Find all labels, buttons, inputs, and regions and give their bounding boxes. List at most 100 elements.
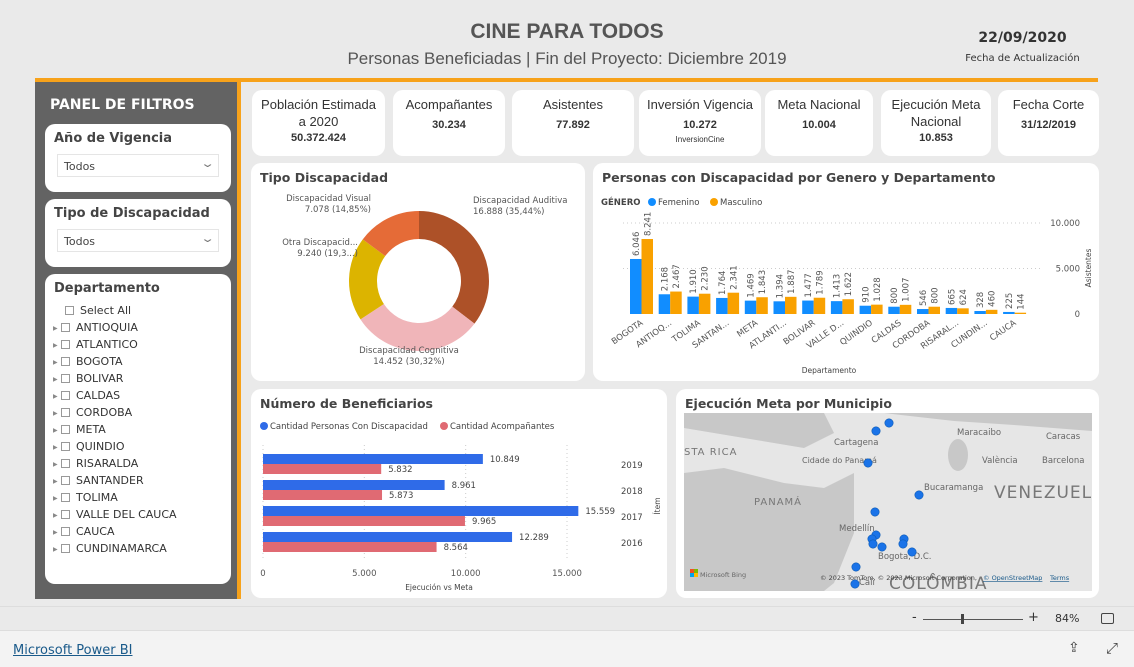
- column-bar[interactable]: [658, 294, 671, 314]
- expand-icon[interactable]: ▶: [53, 512, 59, 519]
- checkbox[interactable]: [61, 544, 70, 553]
- department-option[interactable]: ▶ CAUCA: [53, 525, 114, 538]
- checkbox[interactable]: [61, 459, 70, 468]
- expand-icon[interactable]: ▶: [53, 325, 59, 332]
- column-bar[interactable]: [802, 300, 814, 314]
- column-bar[interactable]: [785, 296, 797, 314]
- legend-label[interactable]: Femenino: [658, 198, 700, 208]
- expand-icon[interactable]: ▶: [53, 461, 59, 468]
- horizontal-bar[interactable]: [263, 516, 465, 526]
- horizontal-bar[interactable]: [263, 542, 437, 552]
- column-bar[interactable]: [630, 258, 642, 314]
- expand-icon[interactable]: ▶: [53, 495, 59, 502]
- column-bar[interactable]: [670, 291, 682, 314]
- checkbox[interactable]: [61, 527, 70, 536]
- legend-label[interactable]: Cantidad Acompañantes: [450, 422, 555, 432]
- column-bar[interactable]: [744, 300, 757, 314]
- column-bar[interactable]: [813, 297, 826, 314]
- column-bar[interactable]: [871, 304, 883, 314]
- checkbox[interactable]: [65, 306, 74, 315]
- expand-icon[interactable]: ▶: [53, 410, 59, 417]
- legend-label[interactable]: Masculino: [720, 198, 762, 208]
- expand-icon[interactable]: ▶: [53, 359, 59, 366]
- checkbox[interactable]: [61, 323, 70, 332]
- column-bar[interactable]: [888, 306, 900, 314]
- type-dropdown[interactable]: Todos ⌄: [57, 229, 219, 252]
- map-data-point[interactable]: [877, 542, 887, 552]
- column-bar[interactable]: [698, 293, 711, 314]
- department-option[interactable]: ▶ SANTANDER: [53, 474, 144, 487]
- power-bi-link[interactable]: Microsoft Power BI: [13, 643, 132, 658]
- horizontal-bar[interactable]: [263, 532, 513, 542]
- column-bar[interactable]: [945, 307, 958, 314]
- department-option[interactable]: ▶ ATLANTICO: [53, 338, 138, 351]
- map-data-point[interactable]: [884, 418, 894, 428]
- column-bar[interactable]: [985, 309, 998, 314]
- zoom-slider-handle[interactable]: [961, 614, 964, 624]
- map-data-point[interactable]: [871, 426, 881, 436]
- expand-icon[interactable]: ▶: [53, 427, 59, 434]
- column-bar[interactable]: [1014, 312, 1027, 314]
- column-bar[interactable]: [773, 301, 786, 314]
- map[interactable]: STA RICACartagenaMaracaibo CaracasCidade …: [684, 413, 1092, 591]
- expand-icon[interactable]: ▶: [53, 478, 59, 485]
- column-bar[interactable]: [842, 299, 854, 314]
- column-bar[interactable]: [641, 239, 654, 314]
- checkbox[interactable]: [61, 493, 70, 502]
- horizontal-bar[interactable]: [263, 480, 445, 490]
- map-data-point[interactable]: [914, 490, 924, 500]
- column-bar[interactable]: [716, 297, 728, 314]
- map-data-point[interactable]: [851, 562, 861, 572]
- column-bar[interactable]: [899, 304, 912, 314]
- column-bar[interactable]: [928, 306, 941, 314]
- department-option[interactable]: ▶ BOGOTA: [53, 355, 123, 368]
- column-bar[interactable]: [859, 305, 872, 314]
- share-icon[interactable]: ⇪: [1068, 640, 1080, 656]
- fit-to-page-icon[interactable]: [1101, 613, 1114, 624]
- horizontal-bar[interactable]: [263, 490, 383, 500]
- map-data-point[interactable]: [868, 539, 878, 549]
- checkbox[interactable]: [61, 442, 70, 451]
- column-bar[interactable]: [1003, 311, 1015, 314]
- year-dropdown[interactable]: Todos ⌄: [57, 154, 219, 177]
- expand-icon[interactable]: ▶: [53, 393, 59, 400]
- checkbox[interactable]: [61, 357, 70, 366]
- department-option[interactable]: ▶ CORDOBA: [53, 406, 132, 419]
- checkbox[interactable]: [61, 425, 70, 434]
- horizontal-bar[interactable]: [263, 506, 579, 516]
- checkbox[interactable]: [61, 476, 70, 485]
- openstreetmap-link[interactable]: © OpenStreetMap: [983, 574, 1042, 582]
- zoom-in-button[interactable]: +: [1028, 610, 1039, 625]
- select-all-option[interactable]: Select All: [63, 304, 131, 317]
- zoom-slider[interactable]: [923, 619, 1023, 620]
- department-option[interactable]: ▶ ANTIOQUIA: [53, 321, 138, 334]
- department-option[interactable]: ▶ TOLIMA: [53, 491, 118, 504]
- donut-slice[interactable]: [419, 211, 490, 324]
- checkbox[interactable]: [61, 391, 70, 400]
- expand-icon[interactable]: ▶: [53, 529, 59, 536]
- column-bar[interactable]: [917, 309, 929, 314]
- expand-icon[interactable]: ▶: [53, 342, 59, 349]
- department-option[interactable]: ▶ CUNDINAMARCA: [53, 542, 167, 555]
- map-data-point[interactable]: [907, 547, 917, 557]
- expand-icon[interactable]: ▶: [53, 444, 59, 451]
- column-bar[interactable]: [974, 311, 986, 314]
- zoom-out-button[interactable]: -: [912, 610, 917, 625]
- horizontal-bar[interactable]: [263, 464, 382, 474]
- department-option[interactable]: ▶ CALDAS: [53, 389, 120, 402]
- checkbox[interactable]: [61, 340, 70, 349]
- fullscreen-icon[interactable]: ⤢: [1106, 639, 1118, 657]
- legend-label[interactable]: Cantidad Personas Con Discapacidad: [270, 422, 428, 432]
- horizontal-bar[interactable]: [263, 454, 483, 464]
- expand-icon[interactable]: ▶: [53, 376, 59, 383]
- expand-icon[interactable]: ▶: [53, 546, 59, 553]
- checkbox[interactable]: [61, 510, 70, 519]
- column-bar[interactable]: [687, 296, 699, 314]
- checkbox[interactable]: [61, 374, 70, 383]
- map-data-point[interactable]: [870, 507, 880, 517]
- column-bar[interactable]: [830, 301, 843, 314]
- column-bar[interactable]: [957, 308, 969, 314]
- department-option[interactable]: ▶ BOLIVAR: [53, 372, 123, 385]
- donut-slice[interactable]: [360, 304, 475, 351]
- terms-link[interactable]: Terms: [1049, 574, 1070, 582]
